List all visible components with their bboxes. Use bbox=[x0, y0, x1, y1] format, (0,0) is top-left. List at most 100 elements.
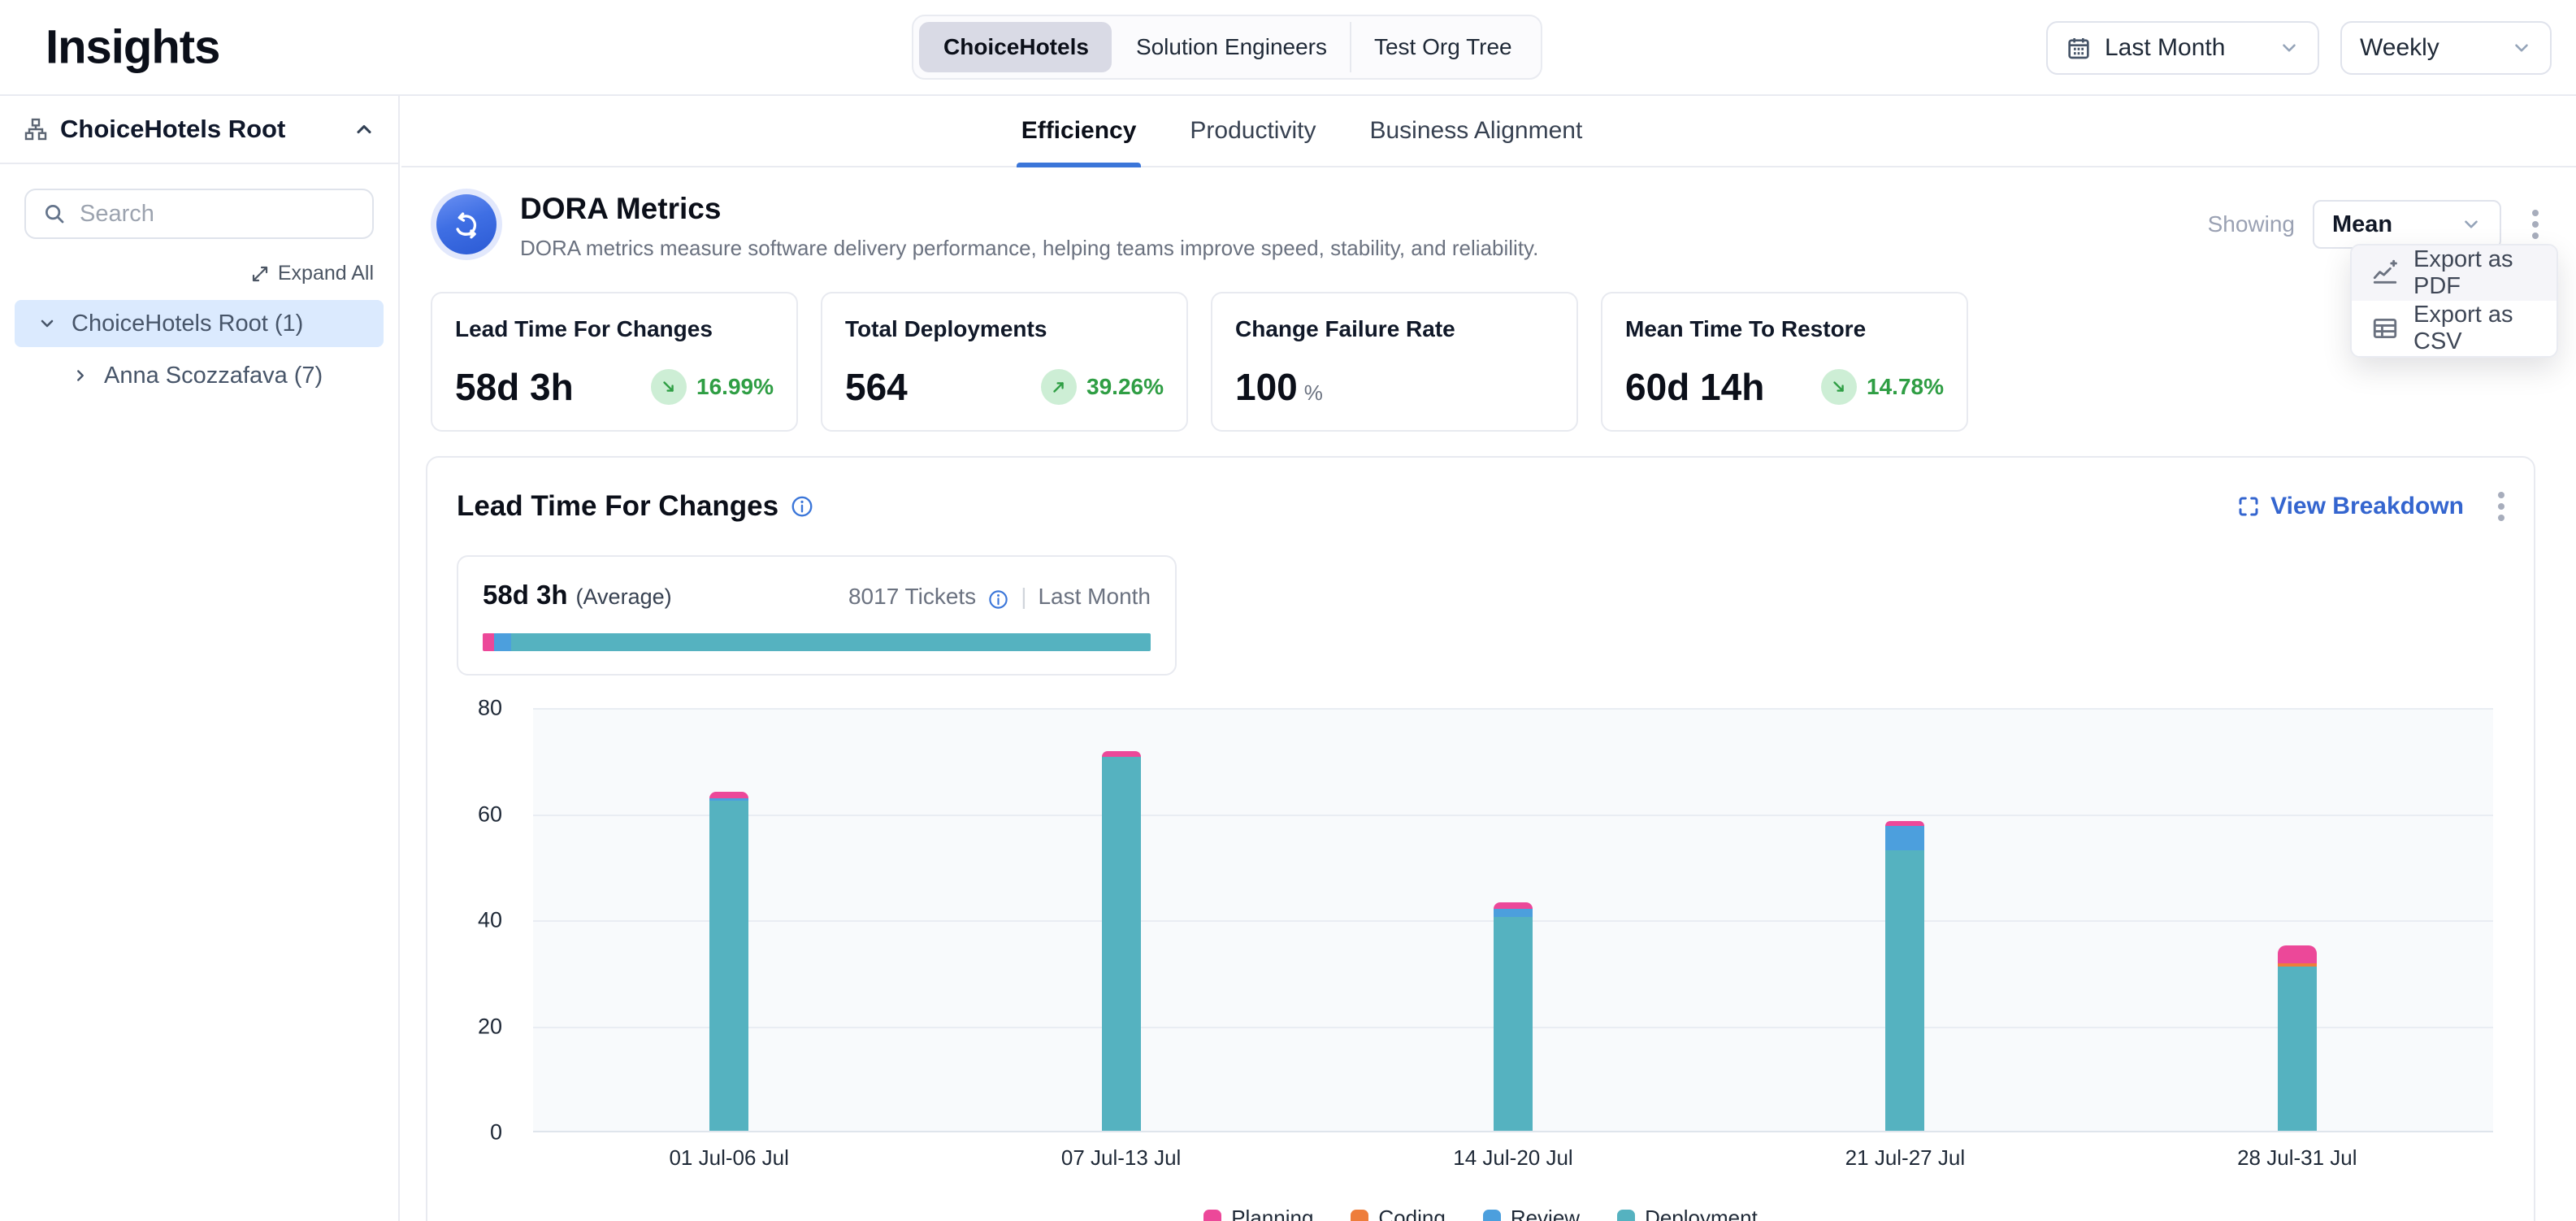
gridline bbox=[533, 708, 2493, 710]
sidebar: ChoiceHotels Root Expand All ChoiceHotel… bbox=[0, 96, 400, 1221]
metric-card-lead-time-for-changes: Lead Time For Changes 58d 3h 16.99% bbox=[431, 292, 798, 432]
export-menu: Export as PDFExport as CSV bbox=[2350, 244, 2558, 358]
sidebar-header[interactable]: ChoiceHotels Root bbox=[0, 96, 398, 164]
tree-node-label: Anna Scozzafava (7) bbox=[104, 363, 323, 389]
chevron-down-icon[interactable] bbox=[37, 314, 57, 333]
granularity-select[interactable]: Weekly bbox=[2340, 21, 2552, 75]
legend-item-review[interactable]: Review bbox=[1483, 1206, 1580, 1221]
sidebar-title: ChoiceHotels Root bbox=[60, 115, 341, 144]
trend-down-icon bbox=[651, 369, 687, 405]
expand-all-label: Expand All bbox=[278, 262, 374, 285]
dora-icon-ring bbox=[431, 189, 502, 260]
expand-all-button[interactable]: Expand All bbox=[24, 262, 374, 285]
chart-x-axis: 01 Jul-06 Jul 07 Jul-13 Jul 14 Jul-20 Jul 2… bbox=[533, 1145, 2493, 1173]
legend-item-deployment[interactable]: Deployment bbox=[1617, 1206, 1758, 1221]
main-content: Efficiency Productivity Business Alignment… bbox=[401, 96, 2576, 1221]
sprint-cycle-icon bbox=[436, 194, 497, 254]
x-axis-tick-label: 28 Jul-31 Jul bbox=[2237, 1145, 2357, 1171]
chevron-up-icon[interactable] bbox=[353, 118, 375, 141]
metric-title: Change Failure Rate bbox=[1235, 316, 1554, 342]
bar-segment-planning bbox=[709, 792, 748, 798]
view-breakdown-link[interactable]: View Breakdown bbox=[2236, 493, 2464, 520]
plot-area bbox=[533, 708, 2493, 1132]
x-axis-tick-label: 14 Jul-20 Jul bbox=[1453, 1145, 1572, 1171]
menu-item-export-as-csv[interactable]: Export as CSV bbox=[2352, 301, 2556, 356]
dora-title: DORA Metrics bbox=[520, 192, 1538, 226]
chart-y-axis: 020406080 bbox=[457, 708, 502, 1132]
tab-efficiency[interactable]: Efficiency bbox=[1021, 96, 1137, 166]
legend-swatch bbox=[1203, 1210, 1221, 1221]
y-axis-tick-label: 0 bbox=[457, 1120, 502, 1145]
stacked-bar-07-jul-13-jul bbox=[1102, 751, 1141, 1131]
bar-segment-deployment bbox=[1494, 917, 1533, 1131]
metric-value: 58d 3h bbox=[455, 365, 574, 409]
summary-row: 58d 3h (Average) 8017 Tickets | Last Mon… bbox=[483, 580, 1151, 610]
summary-average-label: (Average) bbox=[576, 584, 672, 610]
menu-item-label: Export as CSV bbox=[2413, 302, 2537, 355]
chevron-down-icon bbox=[2279, 37, 2300, 59]
tab-productivity[interactable]: Productivity bbox=[1190, 96, 1316, 166]
view-breakdown-label: View Breakdown bbox=[2270, 493, 2464, 520]
summary-meta: 8017 Tickets | Last Month bbox=[848, 584, 1151, 610]
lead-time-kebab-menu-button[interactable] bbox=[2485, 482, 2517, 531]
legend-swatch bbox=[1617, 1210, 1635, 1221]
period-select[interactable]: Last Month bbox=[2046, 21, 2319, 75]
table-icon bbox=[2371, 315, 2399, 342]
org-chart-icon bbox=[23, 116, 49, 142]
org-tab-group: ChoiceHotelsSolution EngineersTest Org T… bbox=[912, 15, 1542, 80]
metric-card-change-failure-rate: Change Failure Rate100% bbox=[1211, 292, 1578, 432]
bar-segment-review bbox=[1885, 826, 1924, 851]
page-title: Insights bbox=[46, 20, 219, 75]
dora-subtitle: DORA metrics measure software delivery p… bbox=[520, 236, 1538, 261]
tree-node[interactable]: ChoiceHotels Root (1) bbox=[15, 300, 384, 347]
legend-item-coding[interactable]: Coding bbox=[1351, 1206, 1445, 1221]
showing-label: Showing bbox=[2208, 211, 2295, 237]
info-icon[interactable] bbox=[987, 589, 1009, 610]
legend-label: Coding bbox=[1378, 1206, 1445, 1221]
chart-export-icon bbox=[2371, 259, 2399, 287]
dora-metrics-header: DORA Metrics DORA metrics measure softwa… bbox=[431, 189, 2552, 261]
lead-time-section: Lead Time For Changes View Breakdown bbox=[426, 456, 2535, 1221]
metric-title: Mean Time To Restore bbox=[1625, 316, 1944, 342]
metric-title: Total Deployments bbox=[845, 316, 1164, 342]
bar-segment-review bbox=[1494, 909, 1533, 917]
bar-segment-planning bbox=[2278, 945, 2317, 964]
org-tab-choicehotels[interactable]: ChoiceHotels bbox=[919, 22, 1112, 72]
tab-business-alignment[interactable]: Business Alignment bbox=[1369, 96, 1582, 166]
org-tab-solution-engineers[interactable]: Solution Engineers bbox=[1112, 22, 1350, 72]
menu-item-label: Export as PDF bbox=[2413, 246, 2537, 300]
view-tab-bar: Efficiency Productivity Business Alignment bbox=[401, 96, 2576, 167]
meta-divider: | bbox=[1021, 584, 1026, 610]
x-axis-tick-label: 01 Jul-06 Jul bbox=[669, 1145, 788, 1171]
chevron-down-icon bbox=[2511, 37, 2532, 59]
lead-time-chart: 020406080 bbox=[457, 708, 2493, 1132]
menu-item-export-as-pdf[interactable]: Export as PDF bbox=[2352, 246, 2556, 301]
metric-value: 564 bbox=[845, 365, 908, 409]
calendar-icon bbox=[2066, 35, 2092, 61]
legend-swatch bbox=[1483, 1210, 1501, 1221]
showing-select[interactable]: Mean bbox=[2313, 200, 2501, 249]
expand-all-icon bbox=[250, 264, 270, 284]
search-input[interactable] bbox=[80, 201, 356, 228]
bar-segment-planning bbox=[1494, 902, 1533, 909]
lead-time-summary-card: 58d 3h (Average) 8017 Tickets | Last Mon… bbox=[457, 555, 1177, 676]
lead-time-title-group: Lead Time For Changes bbox=[457, 490, 814, 523]
legend-item-planning[interactable]: Planning bbox=[1203, 1206, 1313, 1221]
trend-down-icon bbox=[1821, 369, 1857, 405]
trend-percentage: 39.26% bbox=[1086, 374, 1164, 400]
info-icon[interactable] bbox=[790, 494, 814, 519]
dora-kebab-menu-button[interactable] bbox=[2519, 200, 2552, 249]
trend-badge: 16.99% bbox=[651, 369, 774, 405]
tree-node-label: ChoiceHotels Root (1) bbox=[72, 311, 303, 337]
y-axis-tick-label: 40 bbox=[457, 908, 502, 933]
metric-title: Lead Time For Changes bbox=[455, 316, 774, 342]
tree-node[interactable]: Anna Scozzafava (7) bbox=[72, 352, 398, 399]
x-axis-tick-label: 07 Jul-13 Jul bbox=[1061, 1145, 1181, 1171]
y-axis-tick-label: 20 bbox=[457, 1014, 502, 1039]
x-axis-tick-label: 21 Jul-27 Jul bbox=[1845, 1145, 1965, 1171]
chevron-right-icon[interactable] bbox=[72, 367, 89, 385]
org-tab-test-org-tree[interactable]: Test Org Tree bbox=[1350, 22, 1535, 72]
progress-segment-deployment bbox=[511, 633, 1151, 651]
metric-cards-row: Lead Time For Changes 58d 3h 16.99% Total D… bbox=[431, 292, 2552, 432]
metric-value: 60d 14h bbox=[1625, 365, 1764, 409]
